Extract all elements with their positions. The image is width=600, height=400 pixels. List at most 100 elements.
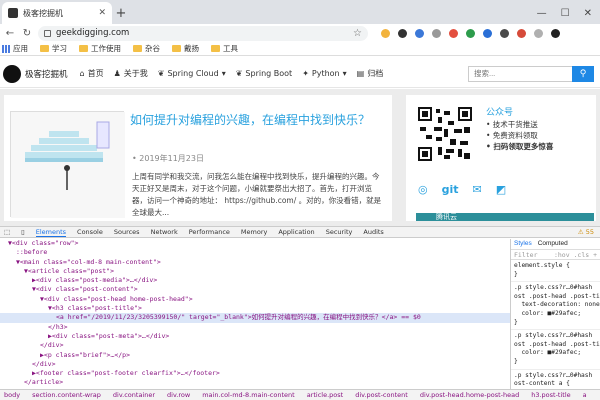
- extension-icon[interactable]: [466, 28, 475, 38]
- elements-tree[interactable]: ▼<div class="row">::before ▼<main class="…: [0, 239, 510, 389]
- warning-count-badge[interactable]: ⚠ 55: [578, 228, 600, 236]
- extension-icon[interactable]: [500, 28, 509, 38]
- post-thumbnail[interactable]: [10, 111, 125, 218]
- maximize-button[interactable]: ☐: [561, 8, 570, 19]
- rss-icon[interactable]: ◩: [496, 183, 506, 196]
- reload-icon[interactable]: ↻: [21, 28, 33, 39]
- dom-node-line[interactable]: </article>: [0, 378, 510, 387]
- minimize-button[interactable]: —: [537, 8, 547, 19]
- dom-node-line[interactable]: </div>: [0, 341, 510, 350]
- devtools-tab-memory[interactable]: Memory: [241, 228, 267, 236]
- bookmark-folder[interactable]: 工具: [211, 43, 238, 54]
- dom-node-line[interactable]: ▼<div class="post-head home-post-head">: [0, 295, 510, 304]
- bookmark-apps[interactable]: 应用: [2, 43, 28, 54]
- tencent-cloud-banner[interactable]: 腾讯云: [416, 213, 594, 221]
- nav-archive[interactable]: ▤ 归档: [357, 68, 384, 79]
- bookmark-star-icon[interactable]: ☆: [353, 28, 362, 39]
- browser-tab[interactable]: 极客挖掘机 ✕: [2, 2, 112, 24]
- breadcrumb-item[interactable]: h3.post-title: [531, 391, 570, 399]
- dom-node-line[interactable]: ▼<div class="post-content">: [0, 285, 510, 294]
- extension-icon[interactable]: [432, 28, 441, 38]
- bookmark-folder[interactable]: 工作使用: [79, 43, 121, 54]
- devtools-tab-application[interactable]: Application: [278, 228, 314, 236]
- close-window-button[interactable]: ✕: [584, 8, 592, 19]
- dom-node-line[interactable]: ▼<div class="row">: [0, 239, 510, 248]
- extension-icon[interactable]: [398, 28, 407, 38]
- extension-icon[interactable]: [483, 28, 492, 38]
- styles-filter[interactable]: Filter :hov .cls +: [511, 250, 600, 260]
- url-text: geekdigging.com: [56, 28, 130, 38]
- close-tab-icon[interactable]: ✕: [98, 8, 106, 18]
- extensions-bar: [381, 28, 560, 38]
- extension-icon[interactable]: [415, 28, 424, 38]
- style-rule[interactable]: element.style { }: [511, 260, 600, 283]
- devtools-inspect-icon[interactable]: ⬚: [4, 228, 10, 236]
- breadcrumb-item[interactable]: a: [583, 391, 587, 399]
- style-rule[interactable]: .p style.css?r…0#hash ost .post-head .po…: [511, 282, 600, 331]
- devtools-tab-elements[interactable]: Elements: [35, 228, 67, 237]
- devtools-tab-performance[interactable]: Performance: [189, 228, 230, 236]
- bookmark-folder[interactable]: 戴扬: [172, 43, 199, 54]
- styles-tab[interactable]: Styles: [514, 240, 532, 249]
- bookmarks-bar: 应用 学习 工作使用 杂谷 戴扬 工具: [0, 42, 600, 56]
- bookmark-folder[interactable]: 学习: [40, 43, 67, 54]
- new-tab-button[interactable]: +: [112, 2, 130, 24]
- address-bar[interactable]: geekdigging.com ☆: [38, 25, 368, 41]
- devtools-tab-console[interactable]: Console: [77, 228, 103, 236]
- computed-tab[interactable]: Computed: [538, 240, 568, 249]
- style-rule[interactable]: .p style.css?r…0#hash ost .post-head .po…: [511, 330, 600, 370]
- dom-node-line[interactable]: <a href="/2019/11/23/3205399150/" target…: [0, 313, 510, 323]
- dom-node-line[interactable]: ▶<div class="post-meta">…</div>: [0, 332, 510, 341]
- nav-home[interactable]: ⌂ 首页: [80, 68, 104, 79]
- dom-node-line[interactable]: ▶<p class="brief">…</p>: [0, 351, 510, 360]
- search-input[interactable]: [468, 65, 572, 82]
- dom-node-line[interactable]: ▼<h3 class="post-title">: [0, 304, 510, 313]
- browser-tabstrip: 极客挖掘机 ✕ + — ☐ ✕: [0, 0, 600, 24]
- git-icon[interactable]: git: [442, 183, 459, 196]
- nav-spring-boot[interactable]: ❦ Spring Boot: [236, 68, 292, 79]
- search-button[interactable]: ⚲: [572, 65, 594, 82]
- dom-node-line[interactable]: ▶<div class="post-media">…</div>: [0, 276, 510, 285]
- dom-node-line[interactable]: </h3>: [0, 323, 510, 332]
- filter-input[interactable]: Filter: [514, 250, 537, 259]
- breadcrumb-item[interactable]: div.container: [113, 391, 155, 399]
- extension-icon[interactable]: [449, 28, 458, 38]
- nav-about[interactable]: ♟ 关于我: [114, 68, 148, 79]
- qr-code-image: [416, 105, 474, 163]
- devtools-tab-sources[interactable]: Sources: [114, 228, 140, 236]
- breadcrumb-item[interactable]: body: [4, 391, 20, 399]
- breadcrumb-item[interactable]: div.post-content: [355, 391, 408, 399]
- dom-node-line[interactable]: ::before: [0, 248, 510, 257]
- breadcrumb-item[interactable]: article.post: [307, 391, 344, 399]
- site-logo[interactable]: [3, 64, 21, 83]
- github-icon[interactable]: ◎: [418, 183, 428, 196]
- nav-python[interactable]: ✦ Python ▾: [302, 68, 346, 79]
- extension-icon[interactable]: [551, 28, 560, 38]
- filter-options[interactable]: :hov .cls +: [554, 250, 597, 259]
- dom-node-line[interactable]: ▶<footer class="post-footer clearfix">…<…: [0, 369, 510, 378]
- leaf-icon: ❦: [235, 69, 243, 78]
- extension-icon[interactable]: [381, 28, 390, 38]
- nav-spring-cloud[interactable]: ❦ Spring Cloud ▾: [158, 68, 226, 79]
- back-arrow-icon[interactable]: ←: [4, 28, 16, 39]
- breadcrumb-item[interactable]: div.post-head.home-post-head: [420, 391, 519, 399]
- dom-node-line[interactable]: </div>: [0, 360, 510, 369]
- site-favicon-icon: [8, 8, 18, 18]
- page-body: 如何提升对编程的兴趣，在编程中找到快乐？ • 2019年11月23日 上周有同学…: [0, 89, 600, 226]
- extension-icon[interactable]: [534, 28, 543, 38]
- dom-node-line[interactable]: ▼<main class="col-md-8 main-content">: [0, 258, 510, 267]
- style-rule[interactable]: .p style.css?r…0#hash ost-content a {: [511, 370, 600, 389]
- bookmark-folder[interactable]: 杂谷: [133, 43, 160, 54]
- site-name[interactable]: 极客挖掘机: [25, 68, 68, 80]
- devtools-tab-network[interactable]: Network: [151, 228, 178, 236]
- post-title-link[interactable]: 如何提升对编程的兴趣，在编程中找到快乐？: [130, 113, 385, 128]
- breadcrumb-item[interactable]: div.row: [167, 391, 190, 399]
- devtools-device-icon[interactable]: ▯: [21, 228, 25, 236]
- mail-icon[interactable]: ✉: [473, 183, 482, 196]
- dom-node-line[interactable]: ▼<article class="post">: [0, 267, 510, 276]
- extension-icon[interactable]: [517, 28, 526, 38]
- breadcrumb-item[interactable]: main.col-md-8.main-content: [202, 391, 295, 399]
- breadcrumb-item[interactable]: section.content-wrap: [32, 391, 101, 399]
- devtools-tab-security[interactable]: Security: [326, 228, 353, 236]
- devtools-tab-audits[interactable]: Audits: [363, 228, 383, 236]
